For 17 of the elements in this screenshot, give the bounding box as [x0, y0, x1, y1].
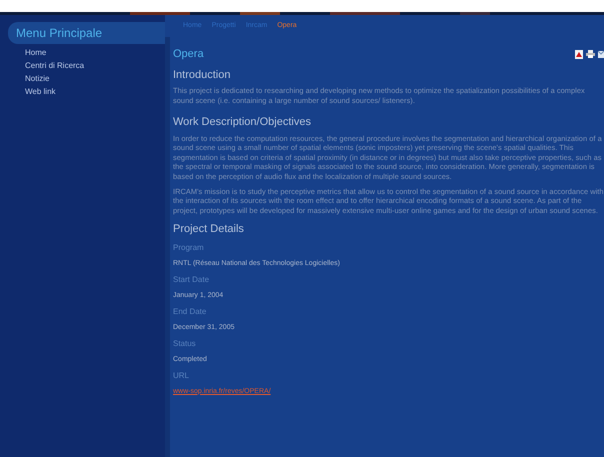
- email-icon[interactable]: [598, 50, 604, 58]
- field-label: URL: [173, 370, 190, 382]
- sidebar-item[interactable]: Notizie: [25, 72, 50, 85]
- print-icon[interactable]: [586, 50, 595, 58]
- sidebar-title: Menu Principale: [16, 25, 102, 42]
- sidebar-item[interactable]: Home: [25, 46, 46, 59]
- field-label: Program: [173, 242, 204, 254]
- section-heading: Project Details: [173, 222, 245, 238]
- field-label: Start Date: [173, 274, 210, 286]
- field-label: End Date: [173, 306, 206, 318]
- pdf-icon[interactable]: [575, 50, 583, 59]
- section-heading: Work Description/Objectives: [173, 115, 312, 130]
- sidebar-item[interactable]: Centri di Ricerca: [25, 59, 84, 72]
- section-heading: Introduction: [173, 68, 232, 82]
- field-label: Status: [173, 338, 196, 350]
- page-title: Opera: [173, 47, 204, 62]
- sidebar-item[interactable]: Web link: [25, 85, 56, 98]
